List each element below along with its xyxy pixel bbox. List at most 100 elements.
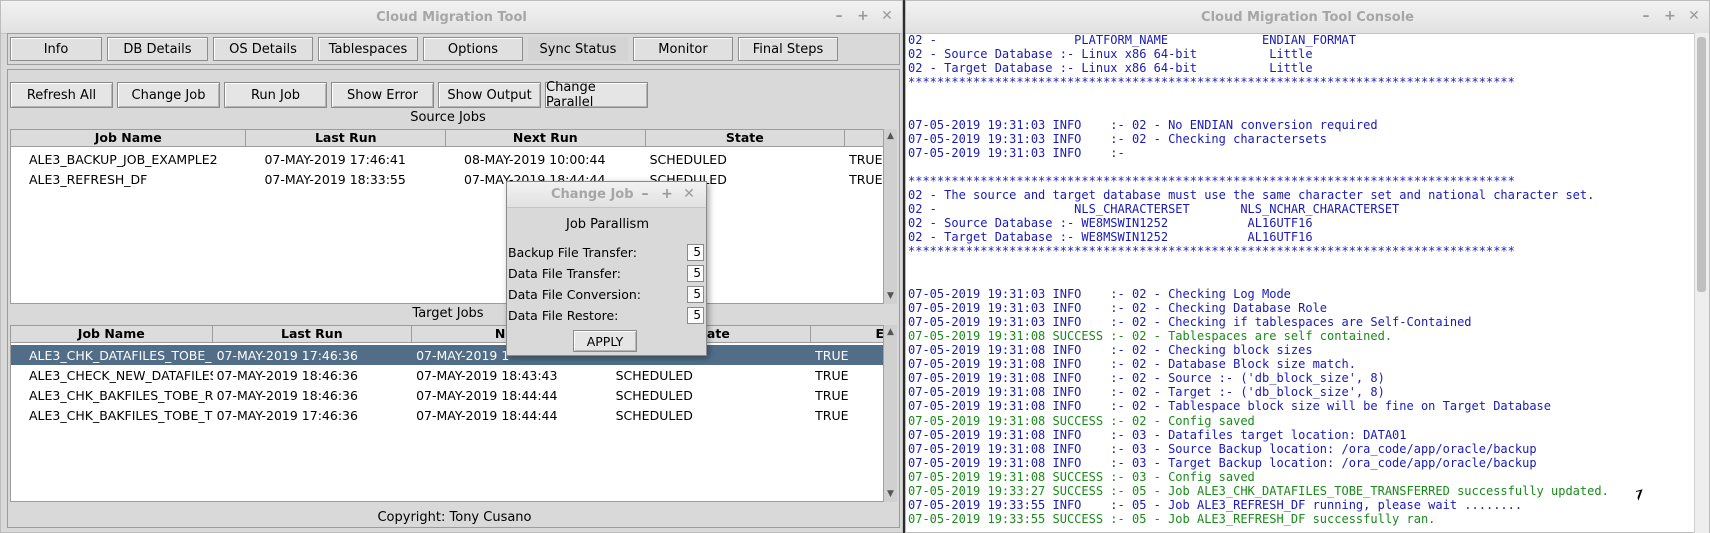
console-line: 07-05-2019 19:31:03 INFO :- 02 - Checkin… [908, 286, 1291, 301]
table-cell: 07-MAY-2019 17:46:36 [216, 407, 358, 423]
data-file-transfer-input[interactable]: 5 [687, 265, 704, 282]
change-parallel-button[interactable]: Change Parallel [545, 80, 648, 110]
console-line: 07-05-2019 19:31:08 INFO :- 03 - Source … [908, 441, 1537, 456]
backup-file-transfer-input[interactable]: 5 [687, 244, 704, 261]
dialog-heading: Job Parallism [566, 217, 649, 232]
table-cell: SCHEDULED [615, 367, 693, 383]
data-file-restore-input[interactable]: 5 [687, 307, 704, 324]
target-jobs-table: Job Name Last Run Next State E ALE3_CHK_… [10, 325, 890, 502]
console-line: 07-05-2019 19:31:03 INFO :- 02 - Checkin… [908, 131, 1328, 146]
console-line: 02 - NLS_CHARACTERSET NLS_NCHAR_CHARACTE… [908, 202, 1400, 217]
close-icon[interactable]: ✕ [1687, 8, 1701, 24]
show-output-button[interactable]: Show Output [438, 82, 541, 108]
column-header[interactable]: Last Run [213, 326, 413, 342]
close-icon[interactable]: ✕ [880, 8, 894, 24]
apply-button[interactable]: APPLY [573, 330, 637, 352]
table-cell: TRUE [815, 387, 849, 403]
source-jobs-table: Job Name Last Run Next Run State ALE3_BA… [10, 129, 890, 304]
tab-os-details[interactable]: OS Details [213, 37, 313, 61]
table-row[interactable]: ALE3_CHECK_NEW_DATAFILES 07-MAY-2019 18:… [11, 365, 889, 385]
dialog-titlebar[interactable]: Change Job – + ✕ [507, 182, 706, 208]
table-row[interactable]: ALE3_BACKUP_JOB_EXAMPLE2 07-MAY-2019 17:… [11, 149, 889, 169]
console-line: ****************************************… [908, 75, 1515, 90]
console-scrollbar[interactable] [1694, 33, 1709, 533]
data-file-conversion-input[interactable]: 5 [687, 286, 704, 303]
console-line: 07-05-2019 19:31:03 INFO :- [908, 145, 1125, 160]
column-header[interactable]: E [811, 326, 889, 342]
data-file-restore-row: Data File Restore: 5 [508, 306, 704, 325]
column-header[interactable]: Last Run [246, 130, 447, 146]
console-window: Cloud Migration Tool Console – + ✕ 02 - … [905, 0, 1710, 533]
show-error-button[interactable]: Show Error [331, 82, 434, 108]
scroll-down-icon[interactable]: ▼ [885, 489, 896, 500]
tab-monitor[interactable]: Monitor [633, 37, 733, 61]
column-header[interactable]: Job Name [11, 326, 213, 342]
target-table-scrollbar[interactable]: ▲ ▼ [883, 325, 897, 502]
tab-options[interactable]: Options [423, 37, 523, 61]
tab-sync-status[interactable]: Sync Status [528, 37, 628, 61]
tab-final-steps[interactable]: Final Steps [738, 37, 838, 61]
table-cell: 07-MAY-2019 18:44:44 [416, 407, 558, 423]
scroll-up-icon[interactable]: ▲ [885, 131, 896, 142]
console-line: ****************************************… [908, 173, 1515, 188]
source-jobs-label: Source Jobs [410, 110, 486, 125]
table-cell: 07-MAY-2019 17:46:41 [264, 151, 406, 167]
table-row[interactable]: ALE3_CHK_BAKFILES_TOBE_RI 07-MAY-2019 18… [11, 385, 889, 405]
console-line: 07-05-2019 19:31:08 INFO :- 03 - Target … [908, 455, 1537, 470]
column-header[interactable]: Job Name [11, 130, 247, 146]
scroll-up-icon[interactable]: ▲ [885, 327, 896, 338]
data-file-transfer-row: Data File Transfer: 5 [508, 264, 704, 283]
table-cell: SCHEDULED [615, 387, 693, 403]
change-job-button[interactable]: Change Job [117, 82, 220, 108]
source-table-scrollbar[interactable]: ▲ ▼ [883, 129, 897, 304]
run-job-button[interactable]: Run Job [224, 82, 327, 108]
table-cell: TRUE [815, 347, 849, 363]
tab-info[interactable]: Info [10, 37, 102, 61]
table-cell: 07-MAY-2019 18:33:55 [264, 171, 406, 187]
column-header[interactable]: State [646, 130, 846, 146]
scrollbar-thumb[interactable] [1697, 37, 1706, 292]
console-output[interactable]: 02 - PLATFORM_NAME ENDIAN_FORMAT 02 - Sou… [906, 33, 1694, 533]
console-line: ****************************************… [908, 244, 1515, 259]
table-row-selected[interactable]: ALE3_CHK_DATAFILES_TOBE_ 07-MAY-2019 17:… [11, 345, 889, 365]
minimize-icon[interactable]: – [1639, 8, 1653, 24]
table-row[interactable]: ALE3_REFRESH_DF 07-MAY-2019 18:33:55 07-… [11, 169, 889, 189]
console-line: 07-05-2019 19:31:08 INFO :- 02 - Checkin… [908, 343, 1313, 358]
window-title: Cloud Migration Tool [376, 9, 527, 25]
console-line: 02 - Source Database :- WE8MSWIN1252 AL1… [908, 216, 1313, 231]
window-titlebar[interactable]: Cloud Migration Tool – + ✕ [1, 1, 902, 34]
column-header[interactable]: Next Run [446, 130, 646, 146]
console-line: 07-05-2019 19:31:08 INFO :- 02 - Databas… [908, 357, 1356, 372]
console-line: 07-05-2019 19:31:08 INFO :- 03 - Datafil… [908, 427, 1407, 442]
table-cell: TRUE [815, 367, 849, 383]
console-line: 07-05-2019 19:33:55 INFO :- 05 - Job ALE… [908, 498, 1523, 513]
maximize-icon[interactable]: + [1663, 8, 1677, 24]
tab-bar: Info DB Details OS Details Tablespaces O… [7, 33, 900, 65]
table-cell: 07-MAY-2019 18:46:36 [216, 387, 358, 403]
target-jobs-label: Target Jobs [412, 306, 484, 321]
console-line: 02 - The source and target database must… [908, 188, 1595, 203]
maximize-icon[interactable]: + [660, 186, 674, 202]
field-label: Backup File Transfer: [508, 245, 637, 260]
tab-db-details[interactable]: DB Details [107, 37, 208, 61]
table-row[interactable]: ALE3_CHK_BAKFILES_TOBE_TI 07-MAY-2019 17… [11, 405, 889, 425]
console-line: 07-05-2019 19:31:08 INFO :- 02 - Tablesp… [908, 399, 1551, 414]
table-cell: ALE3_CHK_BAKFILES_TOBE_RI [29, 387, 213, 403]
table-cell: 07-MAY-2019 18:43:43 [416, 367, 558, 383]
scroll-down-icon[interactable]: ▼ [885, 291, 896, 302]
field-label: Data File Transfer: [508, 266, 621, 281]
console-line: 02 - Source Database :- Linux x86 64-bit… [908, 47, 1313, 62]
maximize-icon[interactable]: + [856, 8, 870, 24]
tab-tablespaces[interactable]: Tablespaces [318, 37, 418, 61]
close-icon[interactable]: ✕ [682, 186, 696, 202]
minimize-icon[interactable]: – [832, 8, 846, 24]
refresh-all-button[interactable]: Refresh All [10, 82, 113, 108]
console-title: Cloud Migration Tool Console [1201, 9, 1414, 25]
table-cell: ALE3_CHECK_NEW_DATAFILES [29, 367, 213, 383]
minimize-icon[interactable]: – [638, 186, 652, 202]
console-titlebar[interactable]: Cloud Migration Tool Console – + ✕ [906, 1, 1709, 34]
